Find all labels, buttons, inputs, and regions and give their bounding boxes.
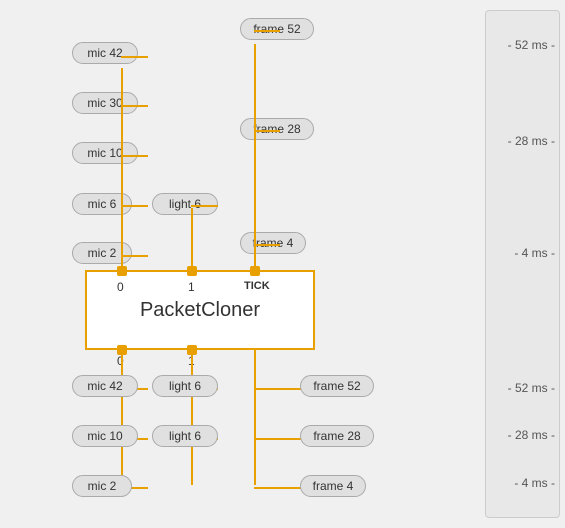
timeline-label-4ms-top: - 4 ms - <box>514 246 555 260</box>
timeline-label-28ms-top: - 28 ms - <box>508 134 555 148</box>
wire-right-vert-up <box>254 44 256 271</box>
node-frame28-in[interactable]: frame 28 <box>240 118 314 140</box>
node-mic10-out[interactable]: mic 10 <box>72 425 138 447</box>
main-canvas: - 52 ms - - 28 ms - - 4 ms - - 52 ms - -… <box>0 0 565 528</box>
timeline-label-4ms-bot: - 4 ms - <box>514 476 555 490</box>
wire-mic6-h <box>121 205 148 207</box>
node-mic42-out[interactable]: mic 42 <box>72 375 138 397</box>
node-mic10-in[interactable]: mic 10 <box>72 142 138 164</box>
wire-right-vert-down <box>254 350 256 485</box>
wire-light6-h <box>191 205 218 207</box>
wire-frame52-h <box>254 30 280 32</box>
node-mic2-out[interactable]: mic 2 <box>72 475 132 497</box>
node-frame52-in[interactable]: frame 52 <box>240 18 314 40</box>
timeline-label-28ms-bot: - 28 ms - <box>508 428 555 442</box>
wire-mic30-h <box>121 105 148 107</box>
node-frame4-out[interactable]: frame 4 <box>300 475 366 497</box>
wire-left-vert-up <box>121 68 123 271</box>
node-frame4-in[interactable]: frame 4 <box>240 232 306 254</box>
wire-mic42-h <box>121 56 148 58</box>
wire-mic2-h <box>121 255 148 257</box>
wire-mid-vert-up <box>191 208 193 271</box>
tick-label: TICK <box>244 280 270 292</box>
node-mic42-in[interactable]: mic 42 <box>72 42 138 64</box>
node-light6-out1[interactable]: light 6 <box>152 375 218 397</box>
node-mic2-in[interactable]: mic 2 <box>72 242 132 264</box>
timeline-label-52ms-top: - 52 ms - <box>508 38 555 52</box>
node-mic30-in[interactable]: mic 30 <box>72 92 138 114</box>
wire-mid-vert-down <box>191 350 193 485</box>
node-light6-in[interactable]: light 6 <box>152 193 218 215</box>
port-in-1-label: 1 <box>188 280 195 294</box>
wire-mic10-h <box>121 155 148 157</box>
wire-frame28-h <box>254 130 280 132</box>
node-frame52-out[interactable]: frame 52 <box>300 375 374 397</box>
wire-frame4-h <box>254 244 280 246</box>
timeline-label-52ms-bot: - 52 ms - <box>508 381 555 395</box>
node-light6-out2[interactable]: light 6 <box>152 425 218 447</box>
node-mic6-in[interactable]: mic 6 <box>72 193 132 215</box>
port-in-0-label: 0 <box>117 280 124 294</box>
node-frame28-out[interactable]: frame 28 <box>300 425 374 447</box>
wire-left-vert-down <box>121 350 123 485</box>
packet-cloner-label: PacketCloner <box>140 299 260 322</box>
